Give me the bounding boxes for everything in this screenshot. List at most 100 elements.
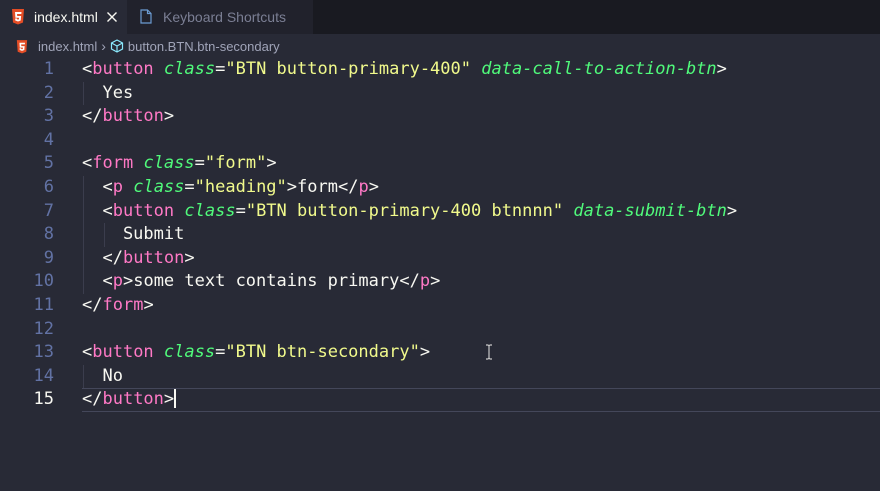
code-line[interactable]: 1 <button class="BTN button-primary-400" … (0, 58, 880, 82)
code-token: button (92, 342, 154, 363)
code-text: No (82, 365, 123, 389)
code-text: <button class="BTN button-primary-400" d… (82, 58, 727, 82)
code-text: <form class="form"> (82, 152, 277, 176)
code-line[interactable]: 6 <p class="heading">form</p> (0, 176, 880, 200)
code-token: > (419, 342, 431, 363)
line-number: 14 (33, 365, 54, 386)
code-text: </form> (82, 294, 154, 318)
code-token: button (102, 389, 164, 410)
line-number: 10 (33, 271, 54, 292)
code-text: <p>some text contains primary</p> (82, 270, 440, 294)
tab-index-html[interactable]: index.html (0, 0, 127, 34)
code-token: </ (82, 295, 103, 315)
cube-icon (110, 39, 124, 53)
line-number: 13 (33, 342, 54, 363)
code-line[interactable]: 12 (0, 318, 880, 342)
code-text: </button> (82, 247, 195, 271)
code-line[interactable]: 2 Yes (0, 82, 880, 106)
code-token: button (92, 59, 154, 79)
line-number: 11 (33, 295, 54, 315)
html5-icon (11, 9, 25, 25)
code-token: class (163, 59, 216, 79)
line-number: 7 (43, 200, 54, 221)
code-token: < (82, 271, 113, 292)
line-number: 15 (33, 389, 54, 410)
code-editor[interactable]: 1 <button class="BTN button-primary-400" … (0, 58, 880, 491)
code-token: class (163, 342, 216, 363)
code-line[interactable]: 13 <button class="BTN btn-secondary"> (0, 341, 880, 365)
code-token: </ (82, 106, 103, 127)
code-token: button (122, 247, 185, 268)
code-token: < (82, 200, 113, 221)
code-line[interactable]: 8 Submit (0, 223, 880, 247)
line-number: 9 (43, 247, 54, 268)
code-token: > (726, 200, 738, 221)
code-token: > (143, 295, 154, 315)
breadcrumb-symbol[interactable]: button.BTN.btn-secondary (128, 39, 280, 54)
code-line[interactable]: 7 <button class="BTN button-primary-400 … (0, 200, 880, 224)
code-line[interactable]: 4 (0, 129, 880, 153)
code-line[interactable]: 5 <form class="form"> (0, 152, 880, 176)
code-token: p (112, 271, 123, 292)
close-icon[interactable] (106, 11, 118, 23)
code-text: <p class="heading">form</p> (82, 176, 379, 200)
code-token: Yes (82, 82, 134, 103)
code-token: = (215, 342, 226, 363)
code-token: > (286, 177, 298, 197)
breadcrumb-file[interactable]: index.html (38, 39, 97, 54)
tab-keyboard-shortcuts[interactable]: Keyboard Shortcuts (127, 0, 313, 34)
line-number: 4 (43, 129, 54, 150)
code-token: > (184, 247, 195, 268)
code-line[interactable]: 15 </button> (0, 387, 880, 412)
code-token: data-call-to-action-btn (481, 59, 717, 79)
code-text: <button class="BTN button-primary-400 bt… (82, 200, 737, 224)
code-token: > (430, 271, 441, 292)
text-caret (174, 387, 177, 408)
code-token: < (82, 59, 93, 79)
code-token: p (419, 271, 431, 292)
code-token: Submit (82, 224, 185, 245)
code-token: "BTN button-primary-400 btnnnn" (245, 200, 564, 221)
code-text: <button class="BTN btn-secondary"> (82, 341, 430, 365)
code-token: p (358, 177, 369, 197)
indent-guide (83, 81, 84, 106)
code-token: data-submit-btn (573, 200, 727, 221)
code-token: < (82, 153, 93, 174)
code-line[interactable]: 11 </form> (0, 294, 880, 318)
code-token: class (184, 200, 236, 221)
code-token: = (194, 153, 205, 174)
code-token: = (215, 59, 226, 79)
line-number: 5 (43, 153, 54, 174)
line-number: 3 (43, 106, 54, 127)
code-token: > (368, 177, 379, 197)
code-text: </button> (82, 387, 177, 412)
code-token: < (82, 342, 93, 363)
code-token: > (163, 389, 175, 410)
code-token: "BTN button-primary-400" (225, 59, 471, 79)
code-token: form (297, 177, 338, 197)
code-token: > (266, 153, 277, 174)
code-token: </ (337, 177, 359, 197)
code-token: < (82, 177, 113, 197)
indent-guide (104, 223, 105, 247)
code-token: > (716, 59, 727, 79)
code-line[interactable]: 10 <p>some text contains primary</p> (0, 270, 880, 294)
code-token: </ (399, 271, 420, 292)
code-line[interactable]: 14 No (0, 365, 880, 389)
code-token: p (112, 177, 123, 197)
code-token: No (82, 365, 123, 386)
code-token: = (184, 177, 195, 197)
code-line[interactable]: 9 </button> (0, 247, 880, 271)
line-number: 2 (43, 82, 54, 103)
indent-guide (83, 364, 84, 389)
file-icon (140, 9, 154, 25)
code-token: button (112, 200, 175, 221)
code-text: </button> (82, 105, 174, 129)
code-line[interactable]: 3 </button> (0, 105, 880, 129)
code-token: button (102, 106, 164, 127)
